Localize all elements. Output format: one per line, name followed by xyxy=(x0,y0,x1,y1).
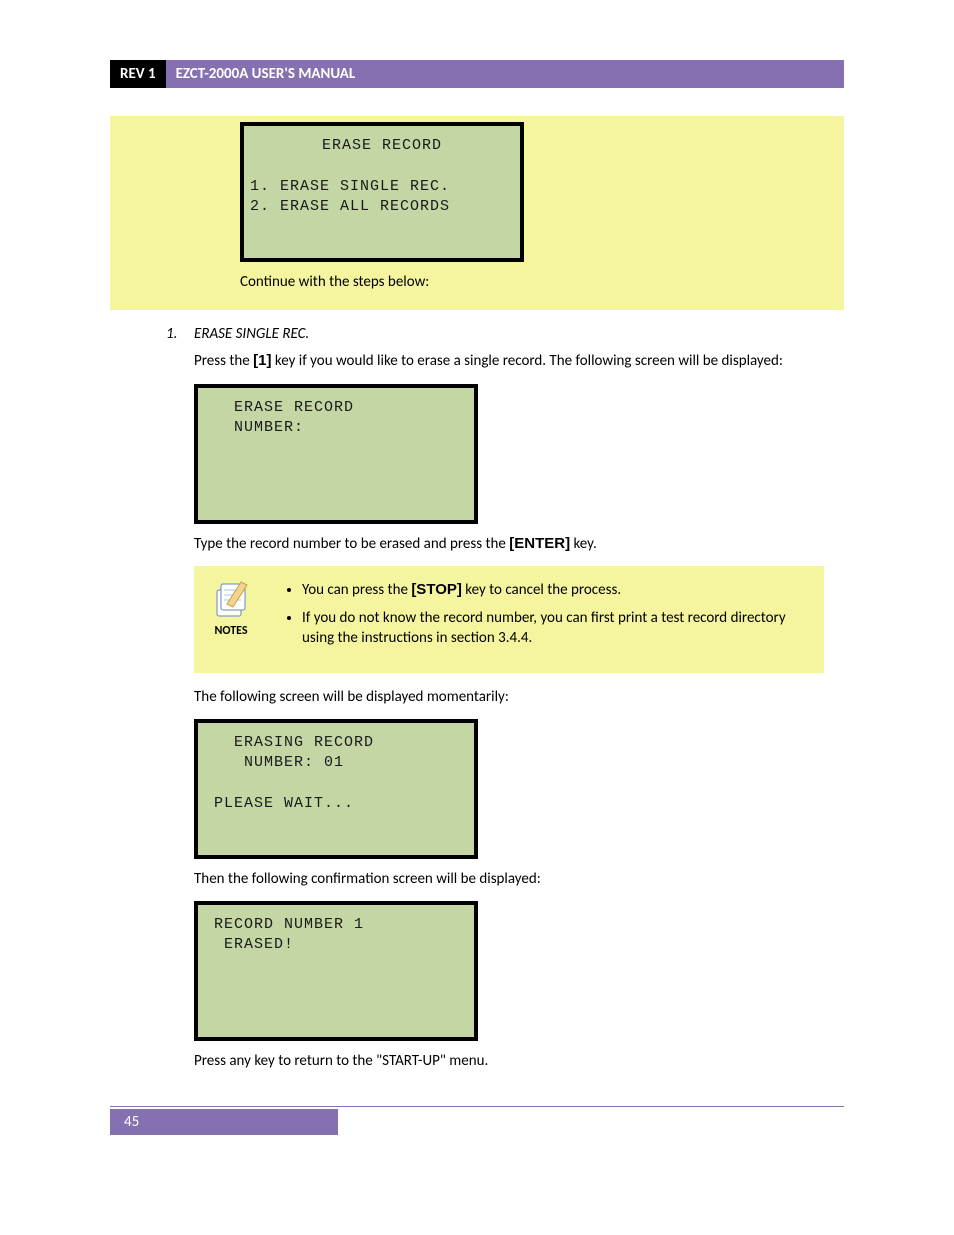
step-heading: ERASE SINGLE REC. xyxy=(194,325,309,343)
lcd2-line1: ERASE RECORD xyxy=(234,399,354,416)
lcd3-line1: ERASING RECORD xyxy=(234,734,374,751)
intro-block: ERASE RECORD 1. ERASE SINGLE REC. 2. ERA… xyxy=(110,116,844,310)
notes-bullets: You can press the [STOP] key to cancel t… xyxy=(282,580,814,657)
footer-rule xyxy=(110,1106,844,1107)
notes-label: NOTES xyxy=(194,624,268,638)
notes-left: NOTES xyxy=(194,580,268,638)
lcd4-line1: RECORD NUMBER 1 xyxy=(214,916,364,933)
lcd3-line3: PLEASE WAIT... xyxy=(214,795,354,812)
key-stop: [STOP] xyxy=(411,581,462,598)
lcd-option-2: 2. ERASE ALL RECORDS xyxy=(250,198,450,215)
lcd4-line2: ERASED! xyxy=(214,936,294,953)
header-bar: REV 1 EZCT-2000A USER'S MANUAL xyxy=(110,60,844,88)
step1-p4: Then the following confirmation screen w… xyxy=(194,869,824,889)
lcd-title: ERASE RECORD xyxy=(250,136,514,156)
step1-p2: Type the record number to be erased and … xyxy=(194,534,824,554)
lcd-erasing-record: ERASING RECORD NUMBER: 01 PLEASE WAIT... xyxy=(194,719,478,859)
continue-text: Continue with the steps below: xyxy=(240,272,844,292)
step1-p1: Press the [1] key if you would like to e… xyxy=(194,351,824,371)
lcd-option-1: 1. ERASE SINGLE REC. xyxy=(250,178,450,195)
note-bullet-1: You can press the [STOP] key to cancel t… xyxy=(302,580,814,600)
step-1: 1. ERASE SINGLE REC. Press the [1] key i… xyxy=(194,325,844,1071)
manual-title: EZCT-2000A USER'S MANUAL xyxy=(166,60,844,88)
page-number: 45 xyxy=(110,1109,338,1135)
notepad-icon xyxy=(211,580,251,620)
note-bullet-2: If you do not know the record number, yo… xyxy=(302,608,814,649)
page: REV 1 EZCT-2000A USER'S MANUAL ERASE REC… xyxy=(0,0,954,1235)
lcd-erase-record-menu: ERASE RECORD 1. ERASE SINGLE REC. 2. ERA… xyxy=(240,122,524,262)
step1-p5: Press any key to return to the "START-UP… xyxy=(194,1051,824,1071)
lcd-record-erased: RECORD NUMBER 1 ERASED! xyxy=(194,901,478,1041)
notes-block: NOTES You can press the [STOP] key to ca… xyxy=(194,566,824,673)
step1-p3: The following screen will be displayed m… xyxy=(194,687,824,707)
rev-label: REV 1 xyxy=(110,60,166,88)
key-enter: [ENTER] xyxy=(509,535,570,552)
key-1: [1] xyxy=(253,352,271,369)
step-number: 1. xyxy=(166,325,177,343)
lcd2-line2: NUMBER: xyxy=(234,419,304,436)
lcd-erase-record-number: ERASE RECORD NUMBER: xyxy=(194,384,478,524)
lcd3-line2: NUMBER: 01 xyxy=(234,754,344,771)
step-list: 1. ERASE SINGLE REC. Press the [1] key i… xyxy=(110,325,844,1071)
